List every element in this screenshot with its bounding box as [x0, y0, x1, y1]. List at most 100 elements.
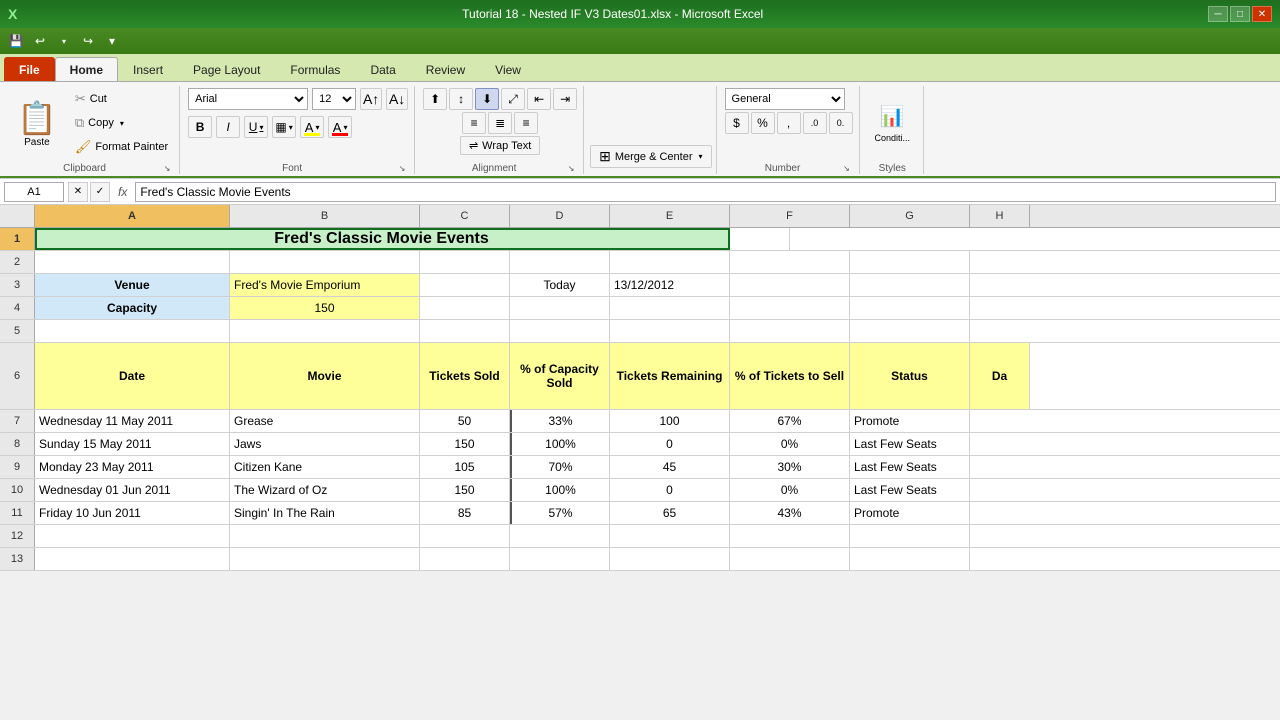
col-header-h[interactable]: H: [970, 205, 1030, 227]
cell-g9[interactable]: Last Few Seats: [850, 456, 970, 478]
indent-decrease-button[interactable]: ⇤: [527, 88, 551, 110]
cell-b13[interactable]: [230, 548, 420, 570]
tab-file[interactable]: File: [4, 57, 55, 81]
qat-customize-button[interactable]: ▾: [102, 31, 122, 51]
cell-g5[interactable]: [850, 320, 970, 342]
cell-b2[interactable]: [230, 251, 420, 273]
cell-e8[interactable]: 0: [610, 433, 730, 455]
cell-c4[interactable]: [420, 297, 510, 319]
cell-g7[interactable]: Promote: [850, 410, 970, 432]
align-bottom-button[interactable]: ⬇: [475, 88, 499, 110]
tab-view[interactable]: View: [480, 57, 536, 81]
cell-f8[interactable]: 0%: [730, 433, 850, 455]
row-num-13[interactable]: 13: [0, 548, 35, 570]
cell-d13[interactable]: [510, 548, 610, 570]
percent-button[interactable]: %: [751, 112, 775, 134]
col-header-f[interactable]: F: [730, 205, 850, 227]
tab-page-layout[interactable]: Page Layout: [178, 57, 275, 81]
font-decrease-button[interactable]: A↓: [386, 88, 408, 110]
cell-d8[interactable]: 100%: [510, 433, 610, 455]
cell-c5[interactable]: [420, 320, 510, 342]
cell-g13[interactable]: [850, 548, 970, 570]
col-header-a[interactable]: A: [35, 205, 230, 227]
cell-b9[interactable]: Citizen Kane: [230, 456, 420, 478]
cancel-formula-button[interactable]: ✕: [68, 182, 88, 202]
row-num-10[interactable]: 10: [0, 479, 35, 501]
qat-undo-button[interactable]: ↩: [30, 31, 50, 51]
qat-undo-dropdown[interactable]: ▾: [54, 31, 74, 51]
cell-f9[interactable]: 30%: [730, 456, 850, 478]
align-left-button[interactable]: ≡: [462, 112, 486, 134]
cell-a5[interactable]: [35, 320, 230, 342]
cell-g10[interactable]: Last Few Seats: [850, 479, 970, 501]
row-num-5[interactable]: 5: [0, 320, 35, 342]
decrease-decimal-button[interactable]: 0.: [829, 112, 853, 134]
cell-f2[interactable]: [730, 251, 850, 273]
text-direction-button[interactable]: ⤢: [501, 88, 525, 110]
col-header-e[interactable]: E: [610, 205, 730, 227]
cell-c11[interactable]: 85: [420, 502, 510, 524]
comma-button[interactable]: ,: [777, 112, 801, 134]
col-header-b[interactable]: B: [230, 205, 420, 227]
cell-reference-input[interactable]: A1: [4, 182, 64, 202]
cell-c2[interactable]: [420, 251, 510, 273]
alignment-expand-button[interactable]: ↘: [565, 162, 577, 174]
tab-home[interactable]: Home: [55, 57, 118, 81]
cell-g3[interactable]: [850, 274, 970, 296]
cell-e12[interactable]: [610, 525, 730, 547]
cell-e7[interactable]: 100: [610, 410, 730, 432]
cell-e10[interactable]: 0: [610, 479, 730, 501]
cell-f5[interactable]: [730, 320, 850, 342]
cell-d4[interactable]: [510, 297, 610, 319]
copy-button[interactable]: ⧉ Copy ▾: [70, 112, 173, 134]
cell-c9[interactable]: 105: [420, 456, 510, 478]
row-num-4[interactable]: 4: [0, 297, 35, 319]
cell-f3[interactable]: [730, 274, 850, 296]
font-expand-button[interactable]: ↘: [396, 162, 408, 174]
cell-d6[interactable]: % of Capacity Sold: [510, 343, 610, 409]
row-num-7[interactable]: 7: [0, 410, 35, 432]
maximize-button[interactable]: □: [1230, 6, 1250, 22]
row-num-12[interactable]: 12: [0, 525, 35, 547]
row-num-9[interactable]: 9: [0, 456, 35, 478]
cell-a7[interactable]: Wednesday 11 May 2011: [35, 410, 230, 432]
font-name-select[interactable]: Arial: [188, 88, 308, 110]
cell-f7[interactable]: 67%: [730, 410, 850, 432]
cell-e4[interactable]: [610, 297, 730, 319]
row-num-6[interactable]: 6: [0, 343, 35, 409]
cell-f12[interactable]: [730, 525, 850, 547]
cell-a2[interactable]: [35, 251, 230, 273]
confirm-formula-button[interactable]: ✓: [90, 182, 110, 202]
cell-d10[interactable]: 100%: [510, 479, 610, 501]
cell-g8[interactable]: Last Few Seats: [850, 433, 970, 455]
cell-g11[interactable]: Promote: [850, 502, 970, 524]
cell-f13[interactable]: [730, 548, 850, 570]
cell-c3[interactable]: [420, 274, 510, 296]
number-expand-button[interactable]: ↘: [841, 162, 853, 174]
italic-button[interactable]: I: [216, 116, 240, 138]
cell-b7[interactable]: Grease: [230, 410, 420, 432]
align-center-button[interactable]: ≣: [488, 112, 512, 134]
merge-center-button[interactable]: ⊞ Merge & Center ▾: [590, 145, 711, 168]
cell-b5[interactable]: [230, 320, 420, 342]
cell-f6[interactable]: % of Tickets to Sell: [730, 343, 850, 409]
border-button[interactable]: ▦ ▾: [272, 116, 296, 138]
row-num-3[interactable]: 3: [0, 274, 35, 296]
cell-h6[interactable]: Da: [970, 343, 1030, 409]
cell-g4[interactable]: [850, 297, 970, 319]
increase-decimal-button[interactable]: .0: [803, 112, 827, 134]
row-num-1[interactable]: 1: [0, 228, 35, 250]
cell-d3[interactable]: Today: [510, 274, 610, 296]
cell-c7[interactable]: 50: [420, 410, 510, 432]
font-size-select[interactable]: 12: [312, 88, 356, 110]
underline-button[interactable]: U ▾: [244, 116, 268, 138]
tab-data[interactable]: Data: [355, 57, 410, 81]
fill-color-button[interactable]: A ▾: [300, 116, 324, 138]
cell-f10[interactable]: 0%: [730, 479, 850, 501]
cell-b3[interactable]: Fred's Movie Emporium: [230, 274, 420, 296]
cell-g2[interactable]: [850, 251, 970, 273]
cell-a13[interactable]: [35, 548, 230, 570]
cell-c10[interactable]: 150: [420, 479, 510, 501]
wrap-text-button[interactable]: ⇌ Wrap Text: [460, 136, 540, 155]
row-num-11[interactable]: 11: [0, 502, 35, 524]
